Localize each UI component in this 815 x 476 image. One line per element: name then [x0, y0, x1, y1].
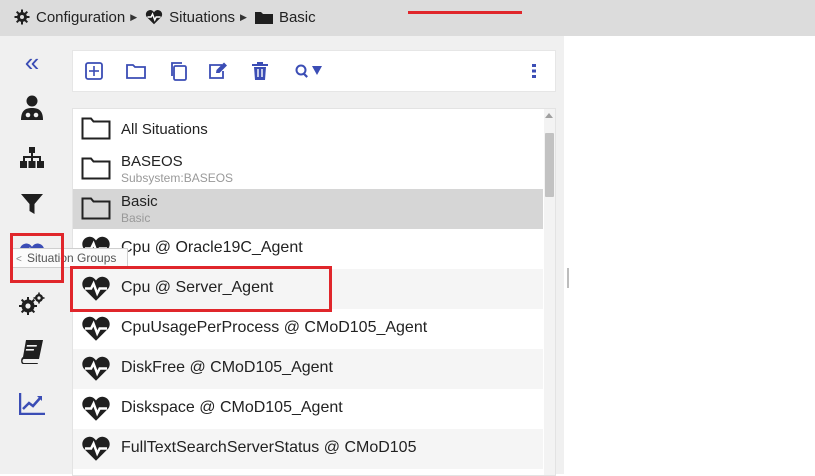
delete-icon — [252, 62, 268, 80]
add-button[interactable] — [83, 60, 105, 82]
chevron-right-icon: ▶ — [130, 11, 138, 22]
hierarchy-icon — [20, 146, 44, 174]
breadcrumb-item-basic: Basic — [278, 8, 316, 26]
filter-icon — [21, 193, 43, 220]
breadcrumb-item-situations[interactable]: Situations — [169, 9, 235, 26]
gears-icon — [18, 292, 46, 321]
nav-item-reports[interactable] — [8, 386, 56, 426]
breadcrumb: Configuration ▶ Situations ▶ Basic — [14, 7, 316, 27]
new-folder-button[interactable] — [125, 60, 147, 82]
edit-icon — [209, 62, 227, 79]
folder-outline-icon — [81, 117, 111, 140]
gear-icon — [14, 9, 30, 25]
folder-outline-icon — [81, 157, 111, 180]
scroll-thumb[interactable] — [545, 133, 554, 197]
heartbeat-icon — [145, 9, 163, 25]
nav-item-settings[interactable] — [8, 286, 56, 326]
copy-icon — [171, 62, 187, 81]
nav-item-hierarchy[interactable] — [8, 140, 56, 180]
highlight-box-nav — [10, 233, 64, 283]
search-icon — [295, 64, 322, 78]
folder-icon — [254, 10, 273, 24]
highlight-box-row — [70, 266, 332, 312]
heartbeat-icon — [82, 356, 110, 381]
list-item-situation[interactable]: DiskFree @ CMoD105_Agent — [73, 349, 543, 389]
list-item-folder[interactable]: BASEOS Subsystem:BASEOS — [73, 149, 543, 189]
folder-name: BASEOS — [121, 153, 183, 170]
delete-button[interactable] — [249, 60, 271, 82]
more-vertical-icon — [532, 64, 536, 78]
folder-subtitle: Subsystem:BASEOS — [121, 171, 234, 185]
nav-item-filter[interactable] — [8, 186, 56, 226]
search-dropdown-button[interactable] — [295, 60, 325, 82]
add-square-icon — [85, 62, 103, 80]
list-item-situation[interactable]: Cpu @ Oracle19C_Agent — [73, 229, 543, 269]
nav-item-docs[interactable] — [8, 334, 56, 374]
more-options-button[interactable] — [523, 60, 545, 82]
folder-outline-icon — [81, 197, 111, 220]
situation-name: Diskspace @ CMoD105_Agent — [121, 399, 343, 416]
folder-name: Basic — [121, 193, 158, 210]
chart-line-icon — [18, 392, 45, 420]
chevron-right-icon: ▶ — [240, 11, 247, 22]
list-item-situation[interactable]: CpuUsagePerProcess @ CMoD105_Agent — [73, 309, 543, 349]
folder-subtitle: Basic — [121, 211, 151, 225]
folder-name: All Situations — [121, 121, 208, 138]
panel-resize-handle[interactable] — [567, 268, 569, 288]
heartbeat-icon — [82, 396, 110, 421]
situation-name: CpuUsagePerProcess @ CMoD105_Agent — [121, 319, 428, 336]
list-item-situation[interactable]: FullTextSearchServerStatus @ CMoD105 — [73, 429, 543, 469]
situation-name: FullTextSearchServerStatus @ CMoD105 — [121, 439, 417, 456]
list-item-folder[interactable]: All Situations — [73, 109, 543, 149]
progress-indicator — [408, 11, 522, 14]
edit-button[interactable] — [207, 60, 229, 82]
list-scrollbar[interactable] — [544, 109, 555, 475]
situations-panel: All Situations BASEOS Subsystem:BASEOS B… — [64, 36, 564, 476]
list-item-folder-selected[interactable]: Basic Basic — [73, 189, 543, 229]
copy-button[interactable] — [167, 60, 189, 82]
double-chevron-left-icon: « — [24, 47, 40, 77]
toolbar — [72, 50, 556, 92]
scroll-up-arrow-icon[interactable] — [545, 113, 553, 118]
situation-name: Cpu @ Oracle19C_Agent — [121, 239, 303, 256]
collapse-nav-button[interactable]: « — [8, 42, 56, 82]
new-folder-icon — [126, 64, 146, 79]
book-icon — [21, 339, 43, 369]
breadcrumb-bar: Configuration ▶ Situations ▶ Basic — [0, 0, 815, 36]
breadcrumb-item-configuration[interactable]: Configuration — [36, 9, 125, 26]
list-item-situation[interactable]: Diskspace @ CMoD105_Agent — [73, 389, 543, 429]
situation-name: DiskFree @ CMoD105_Agent — [121, 359, 333, 376]
heartbeat-icon — [82, 316, 110, 341]
nav-item-agents[interactable] — [8, 90, 56, 130]
user-agent-icon — [20, 95, 44, 126]
heartbeat-icon — [82, 436, 110, 461]
